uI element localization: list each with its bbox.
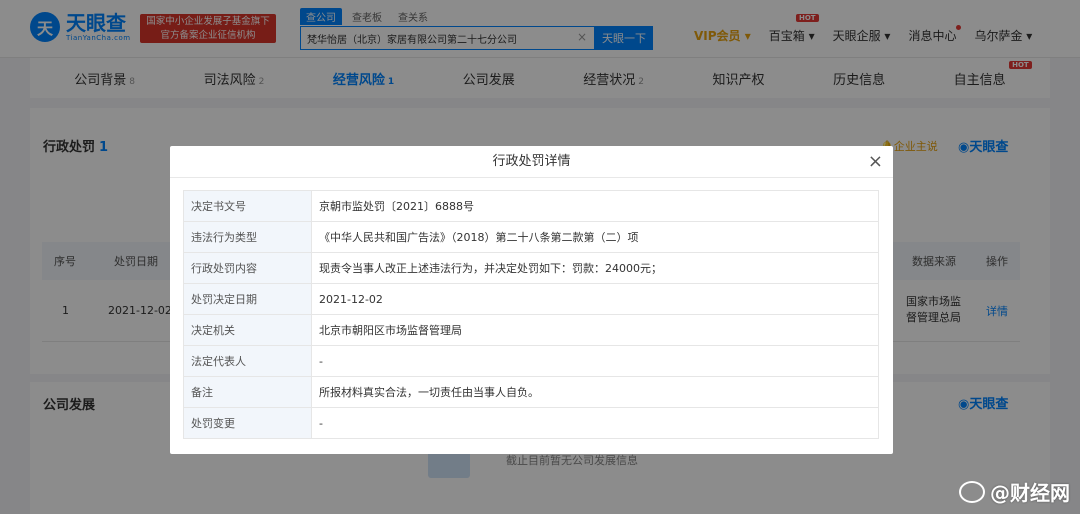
watermark-text: @财经网 (990, 481, 1070, 505)
detail-table: 决定书文号 京朝市监处罚〔2021〕6888号 违法行为类型 《中华人民共和国广告法… (183, 190, 879, 439)
detail-value: 所报材料真实合法，一切责任由当事人自负。 (311, 376, 879, 408)
close-icon[interactable]: × (868, 150, 883, 174)
weibo-watermark: @财经网 (959, 477, 1070, 506)
detail-row: 行政处罚内容 现责令当事人改正上述违法行为，并决定处罚如下：罚款：24000元； (183, 252, 879, 284)
detail-value: 京朝市监处罚〔2021〕6888号 (311, 190, 879, 222)
detail-label: 处罚决定日期 (183, 283, 312, 315)
detail-label: 备注 (183, 376, 312, 408)
detail-row: 处罚变更 - (183, 407, 879, 439)
detail-row: 备注 所报材料真实合法，一切责任由当事人自负。 (183, 376, 879, 408)
modal-title: 行政处罚详情 (170, 146, 893, 178)
detail-value: 2021-12-02 (311, 283, 879, 315)
detail-label: 决定书文号 (183, 190, 312, 222)
detail-label: 处罚变更 (183, 407, 312, 439)
detail-value: 北京市朝阳区市场监督管理局 (311, 314, 879, 346)
detail-row: 决定书文号 京朝市监处罚〔2021〕6888号 (183, 190, 879, 222)
detail-label: 违法行为类型 (183, 221, 312, 253)
detail-label: 行政处罚内容 (183, 252, 312, 284)
detail-value: - (311, 407, 879, 439)
detail-row: 法定代表人 - (183, 345, 879, 377)
penalty-detail-modal: 行政处罚详情 × 决定书文号 京朝市监处罚〔2021〕6888号 违法行为类型 《中… (170, 146, 893, 454)
weibo-icon (959, 480, 985, 503)
detail-row: 处罚决定日期 2021-12-02 (183, 283, 879, 315)
detail-label: 法定代表人 (183, 345, 312, 377)
detail-row: 违法行为类型 《中华人民共和国广告法》（2018）第二十八条第二款第（二）项 (183, 221, 879, 253)
detail-value: 《中华人民共和国广告法》（2018）第二十八条第二款第（二）项 (311, 221, 879, 253)
detail-label: 决定机关 (183, 314, 312, 346)
detail-row: 决定机关 北京市朝阳区市场监督管理局 (183, 314, 879, 346)
detail-value: 现责令当事人改正上述违法行为，并决定处罚如下：罚款：24000元； (311, 252, 879, 284)
detail-value: - (311, 345, 879, 377)
